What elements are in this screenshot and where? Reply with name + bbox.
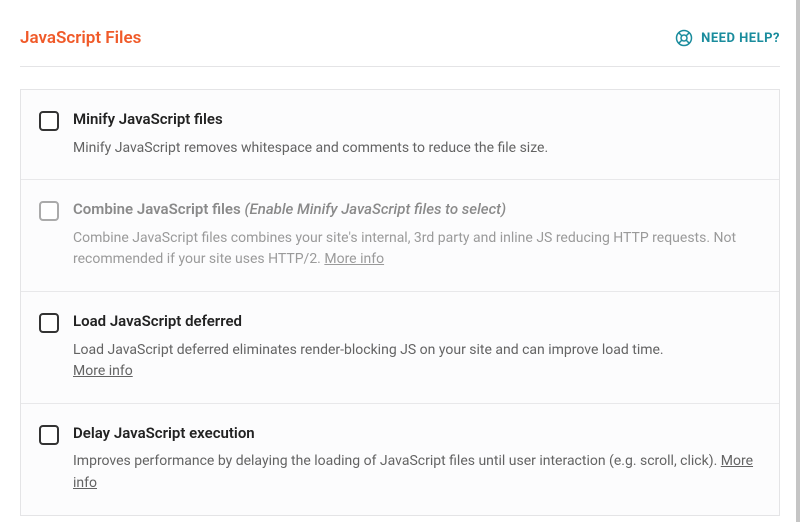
option-delay-js: Delay JavaScript execution Improves perf… — [21, 404, 779, 515]
option-desc: Improves performance by delaying the loa… — [73, 451, 761, 494]
options-panel: Minify JavaScript files Minify JavaScrip… — [20, 89, 780, 516]
section-header: JavaScript Files NEED HELP? — [20, 28, 780, 67]
option-desc: Minify JavaScript removes whitespace and… — [73, 138, 761, 160]
section-title: JavaScript Files — [20, 28, 141, 48]
checkbox-minify-js[interactable] — [39, 111, 59, 131]
option-combine-js: Combine JavaScript files (Enable Minify … — [21, 180, 779, 292]
option-title: Combine JavaScript files (Enable Minify … — [73, 200, 761, 220]
scrollbar-track[interactable] — [796, 0, 800, 522]
need-help-link[interactable]: NEED HELP? — [675, 29, 780, 47]
checkbox-combine-js — [39, 201, 59, 221]
need-help-label: NEED HELP? — [701, 31, 780, 46]
option-desc: Combine JavaScript files combines your s… — [73, 228, 761, 271]
option-defer-js: Load JavaScript deferred Load JavaScript… — [21, 292, 779, 404]
checkbox-defer-js[interactable] — [39, 313, 59, 333]
help-icon — [675, 29, 693, 47]
more-info-link[interactable]: More info — [324, 251, 384, 267]
option-desc: Load JavaScript deferred eliminates rend… — [73, 340, 761, 383]
checkbox-delay-js[interactable] — [39, 425, 59, 445]
option-minify-js: Minify JavaScript files Minify JavaScrip… — [21, 90, 779, 180]
option-title: Minify JavaScript files — [73, 110, 761, 130]
option-title: Load JavaScript deferred — [73, 312, 761, 332]
option-title: Delay JavaScript execution — [73, 424, 761, 444]
more-info-link[interactable]: More info — [73, 363, 133, 379]
option-disabled-note: (Enable Minify JavaScript files to selec… — [244, 200, 506, 218]
